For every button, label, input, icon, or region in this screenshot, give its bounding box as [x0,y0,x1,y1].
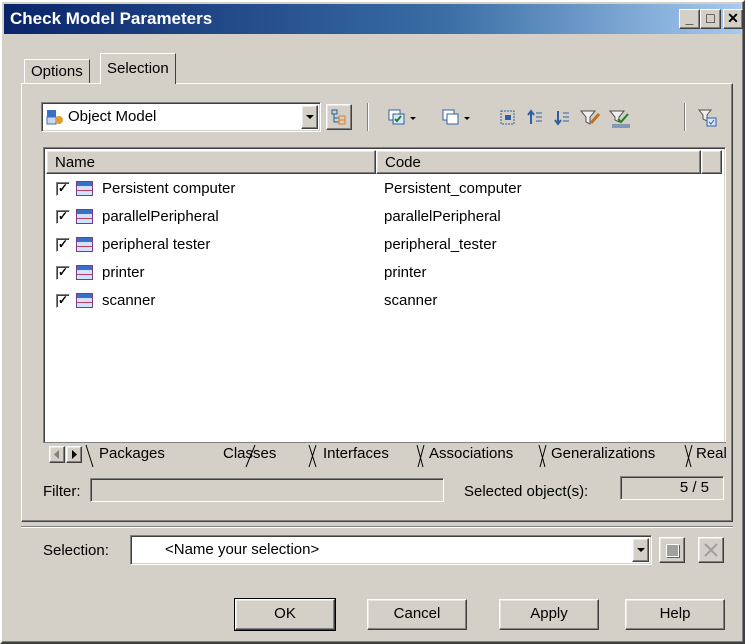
object-model-icon [46,109,64,125]
row-code: printer [384,264,427,281]
row-code: scanner [384,292,438,309]
selection-label: Selection: [43,542,109,559]
select-all-icon [388,109,416,125]
check-model-parameters-dialog: Check Model Parameters _ □ ✕ Options Sel… [0,0,745,644]
tab-options[interactable]: Options [24,59,90,83]
row-checkbox[interactable]: ✓ [56,238,70,252]
model-select[interactable]: Object Model [41,102,321,132]
row-code: peripheral_tester [384,236,497,253]
filter-label: Filter: [43,483,81,500]
toolbar-divider [367,103,369,131]
tab-selection[interactable]: Selection [100,53,176,84]
tab-options-label: Options [31,63,83,80]
save-selection-button[interactable] [659,537,685,563]
sheet-tab-realizations[interactable]: Realizat [696,445,726,462]
filter-button[interactable] [579,107,601,129]
arrow-right-icon [72,450,77,459]
row-code: Persistent_computer [384,180,522,197]
class-icon [76,181,93,196]
use-graphical-selection-icon [697,109,717,127]
sheet-tab-associations[interactable]: Associations [429,445,513,462]
row-checkbox[interactable]: ✓ [56,182,70,196]
class-icon [76,209,93,224]
window-title: Check Model Parameters [10,9,213,28]
hierarchy-button[interactable] [326,104,352,130]
move-up-button[interactable] [526,107,548,129]
row-checkbox[interactable]: ✓ [56,266,70,280]
deselect-all-button[interactable] [441,107,470,129]
include-subobjects-button[interactable] [499,107,521,129]
close-icon: ✕ [727,10,739,26]
row-checkbox[interactable]: ✓ [56,294,70,308]
selection-value: <Name your selection> [165,541,320,558]
model-select-value: Object Model [68,108,157,125]
column-header-code[interactable]: Code [376,150,701,174]
column-header-spacer [701,150,722,174]
sheet-tab-generalizations[interactable]: Generalizations [551,445,655,462]
sheet-tab-classes[interactable]: Classes [223,445,276,462]
selection-combo[interactable]: <Name your selection> [130,535,652,565]
column-header-code-label: Code [385,154,421,171]
tab-selection-label: Selection [107,60,169,77]
table-row[interactable]: ✓ parallelPeripheral parallelPeripheral [46,205,721,233]
minimize-icon: _ [685,10,694,26]
row-checkbox[interactable]: ✓ [56,210,70,224]
ok-button[interactable]: OK [234,598,336,631]
sheet-tab-interfaces[interactable]: Interfaces [323,445,389,462]
filter-input[interactable] [90,478,444,502]
row-name: parallelPeripheral [102,208,219,225]
chevron-down-icon[interactable] [632,538,649,562]
title-bar[interactable]: Check Model Parameters _ □ ✕ [4,4,743,34]
delete-icon [704,543,718,557]
hierarchy-icon [331,109,347,129]
toolbar-divider-2 [684,103,686,131]
cancel-button[interactable]: Cancel [367,599,467,630]
close-button[interactable]: ✕ [723,9,743,29]
table-row[interactable]: ✓ scanner scanner [46,289,721,317]
graphical-selection-button[interactable] [697,107,719,129]
table-row[interactable]: ✓ peripheral tester peripheral_tester [46,233,721,261]
selected-objects-count: 5 / 5 [620,476,724,500]
apply-button[interactable]: Apply [499,599,599,630]
sheet-tab-packages[interactable]: Packages [99,445,165,462]
row-code: parallelPeripheral [384,208,501,225]
selected-objects-value: 5 / 5 [679,479,709,496]
objects-grid: Name Code ✓ Persistent computer Persiste… [43,147,726,468]
scroll-right-button[interactable] [66,446,82,463]
filter-selection-button[interactable] [608,107,630,129]
deselect-all-icon [442,109,470,125]
move-down-icon [554,111,569,126]
column-header-name[interactable]: Name [46,150,376,174]
table-row[interactable]: ✓ printer printer [46,261,721,289]
object-type-tabs: Packages Classes Interfaces Associations… [43,442,726,468]
maximize-button[interactable]: □ [700,9,721,29]
delete-selection-button[interactable] [698,537,724,563]
include-subobjects-icon [500,110,515,125]
move-up-icon [527,109,542,124]
row-name: peripheral tester [102,236,211,253]
class-icon [76,293,93,308]
table-row[interactable]: ✓ Persistent computer Persistent_compute… [46,177,721,205]
arrow-left-icon [54,450,59,459]
chevron-down-icon[interactable] [301,105,318,129]
row-name: Persistent computer [102,180,236,197]
row-name: scanner [102,292,156,309]
row-name: printer [102,264,145,281]
help-button[interactable]: Help [625,599,725,630]
separator [21,526,733,528]
select-all-button[interactable] [387,107,416,129]
filter-icon [579,110,601,125]
move-down-button[interactable] [553,107,575,129]
class-icon [76,237,93,252]
selected-objects-label: Selected object(s): [464,483,589,500]
filter-selection-icon [608,110,630,128]
class-icon [76,265,93,280]
scroll-left-button[interactable] [49,446,65,463]
column-header-name-label: Name [55,154,96,171]
save-icon [666,544,679,557]
maximize-icon: □ [706,10,715,26]
minimize-button[interactable]: _ [679,9,700,29]
